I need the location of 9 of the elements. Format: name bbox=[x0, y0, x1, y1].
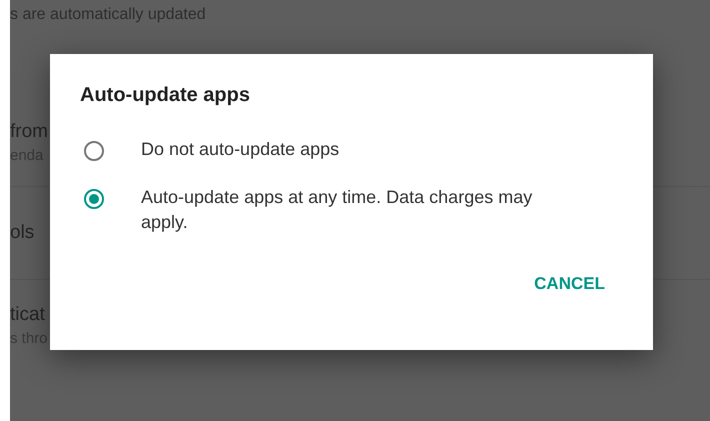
setting-title: ticat bbox=[10, 304, 45, 326]
setting-title: from bbox=[10, 120, 48, 142]
option-label[interactable]: Auto-update apps at any time. Data charges may apply. bbox=[141, 185, 571, 235]
dialog-title: Auto-update apps bbox=[80, 84, 250, 107]
radio-button[interactable] bbox=[84, 141, 104, 161]
cancel-button[interactable]: CANCEL bbox=[530, 266, 609, 302]
radio-button[interactable] bbox=[84, 189, 104, 209]
setting-title: ols bbox=[10, 222, 34, 244]
option-label[interactable]: Do not auto-update apps bbox=[141, 137, 571, 162]
